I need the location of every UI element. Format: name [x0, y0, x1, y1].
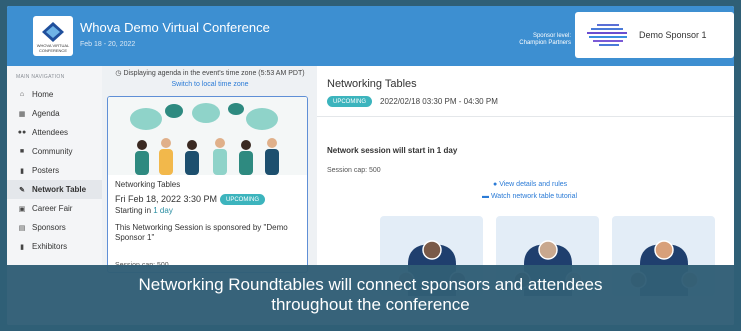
detail-upcoming-badge: UPCOMING [327, 96, 372, 107]
view-details-link[interactable]: ● View details and rules [493, 181, 567, 188]
conference-dates: Feb 18 - 20, 2022 [80, 41, 136, 48]
sidebar-item-agenda[interactable]: ▦ Agenda [7, 104, 102, 123]
flag-icon: ▮ [20, 243, 24, 251]
sponsor-level-value: Champion Partners [519, 40, 571, 46]
countdown-prefix: Starting in [115, 206, 154, 215]
bookmark-icon: ▮ [20, 167, 24, 175]
sidebar-item-label: Community [32, 147, 73, 156]
sidebar-item-label: Attendees [32, 128, 69, 137]
view-details-label: View details and rules [499, 181, 568, 188]
sidebar-item-network-table[interactable]: ✎ Network Table [7, 180, 102, 199]
session-countdown: Starting in 1 day [115, 206, 173, 215]
session-description: This Networking Session is sponsored by … [115, 223, 288, 242]
handshake-icon: ✎ [19, 186, 25, 194]
sponsor-name: Demo Sponsor 1 [639, 30, 707, 40]
sponsor-level: Sponsor level: Champion Partners [487, 33, 571, 47]
sidebar-item-sponsors[interactable]: ▤ Sponsors [7, 218, 102, 237]
sidebar-item-exhibitors[interactable]: ▮ Exhibitors [7, 237, 102, 256]
sidebar-item-label: Exhibitors [32, 242, 68, 251]
upcoming-badge: UPCOMING [220, 194, 265, 205]
sidebar-item-posters[interactable]: ▮ Posters [7, 161, 102, 180]
top-header: WHOVA VIRTUAL CONFERENCE Whova Demo Virt… [7, 6, 734, 66]
sidebar-item-label: Career Fair [32, 204, 73, 213]
video-icon: ▬ [482, 193, 491, 200]
sidebar-item-home[interactable]: ⌂ Home [7, 85, 102, 104]
sidebar-item-attendees[interactable]: ●● Attendees [7, 123, 102, 142]
session-title: Networking Tables [115, 180, 181, 189]
detail-cap: Session cap: 500 [327, 167, 381, 174]
conference-title: Whova Demo Virtual Conference [80, 20, 270, 35]
logo-text: WHOVA VIRTUAL CONFERENCE [36, 43, 70, 53]
caption-line-1: Networking Roundtables will connect spon… [138, 275, 603, 294]
people-icon: ●● [17, 129, 27, 136]
calendar-icon: ▦ [18, 110, 26, 118]
sidebar-item-community[interactable]: ■ Community [7, 142, 102, 161]
chat-icon: ■ [19, 148, 25, 155]
sidebar-item-label: Home [32, 90, 54, 99]
timezone-note: ◷ Displaying agenda in the event's time … [107, 68, 313, 90]
sidebar-item-label: Posters [32, 166, 60, 175]
detail-title: Networking Tables [327, 78, 417, 90]
sponsor-level-label: Sponsor level: [532, 33, 571, 39]
sponsor-banner[interactable]: Demo Sponsor 1 [575, 12, 734, 58]
timezone-text: Displaying agenda in the event's time zo… [123, 70, 305, 77]
start-message: Network session will start in 1 day [327, 146, 458, 155]
switch-timezone-link[interactable]: Switch to local time zone [171, 81, 248, 88]
slide-caption: Networking Roundtables will connect spon… [7, 265, 734, 325]
session-card[interactable]: Networking Tables Fri Feb 18, 2022 3:30 … [107, 96, 308, 273]
countdown-value: 1 day [153, 206, 173, 215]
sidebar-item-label: Sponsors [32, 223, 66, 232]
sponsor-logo-icon [587, 24, 627, 46]
nav-heading: MAIN NAVIGATION [16, 74, 65, 80]
session-time: Fri Feb 18, 2022 3:30 PM [115, 194, 218, 204]
tutorial-link[interactable]: ▬ Watch network table tutorial [482, 193, 577, 200]
briefcase-icon: ▣ [18, 205, 26, 213]
tutorial-label: Watch network table tutorial [490, 193, 578, 200]
sidebar-item-label: Agenda [32, 109, 60, 118]
sidebar-item-label: Network Table [32, 185, 87, 194]
caption-line-2: throughout the conference [271, 295, 470, 314]
sidebar-item-career-fair[interactable]: ▣ Career Fair [7, 199, 102, 218]
logo-diamond-icon [42, 22, 64, 42]
badge-icon: ▤ [18, 224, 26, 232]
conference-logo[interactable]: WHOVA VIRTUAL CONFERENCE [33, 16, 73, 56]
divider [317, 116, 734, 117]
home-icon: ⌂ [19, 91, 25, 98]
networking-illustration [108, 97, 307, 175]
detail-time: 2022/02/18 03:30 PM - 04:30 PM [380, 97, 498, 106]
